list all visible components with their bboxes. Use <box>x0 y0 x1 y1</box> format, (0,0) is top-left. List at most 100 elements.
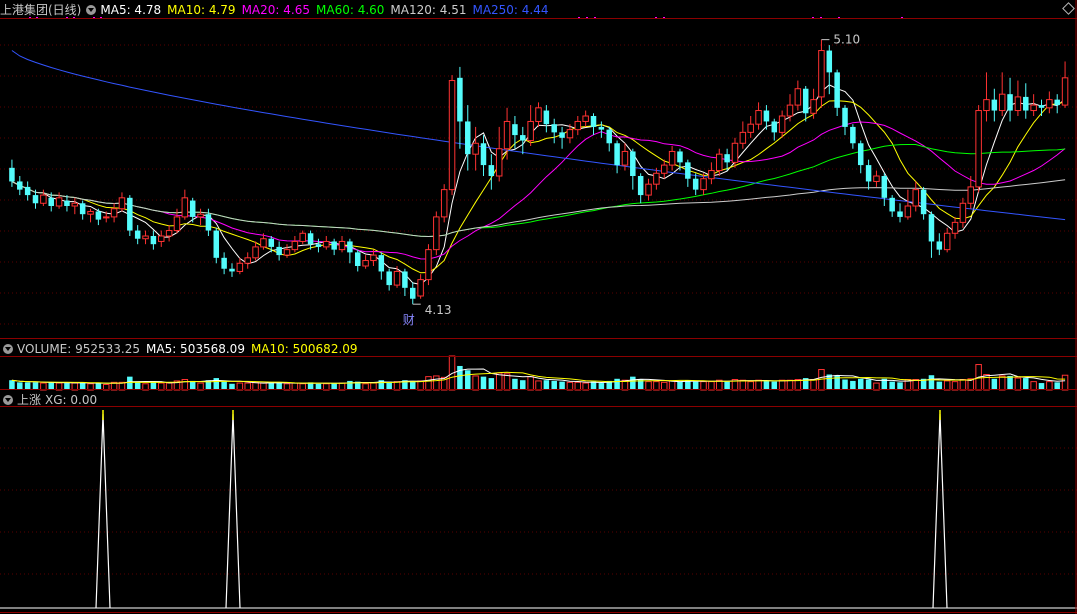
volume-bar-up <box>527 376 534 391</box>
candle-body-down <box>551 124 557 133</box>
candle-body-down <box>598 126 605 130</box>
volume-bar-down <box>48 382 54 390</box>
volume-bar-down <box>276 382 282 390</box>
candle-body-down <box>936 241 943 250</box>
volume-panel-header: VOLUME: 952533.25 MA5: 503568.09 MA10: 500… <box>0 340 364 358</box>
candle-body-down <box>17 181 23 190</box>
candle-body-up <box>118 197 126 210</box>
xg-signal-spike <box>932 413 948 609</box>
candle-body-up <box>1046 99 1053 109</box>
candle-body-down <box>614 143 620 166</box>
volume-bar-up <box>393 381 401 391</box>
candle-body-down <box>991 99 998 111</box>
volume-bar-down <box>692 381 699 390</box>
candle-body-up <box>417 279 424 297</box>
volume-bar-down <box>512 378 518 390</box>
volume-bar-down <box>347 380 353 390</box>
volume-bar-up <box>417 380 424 391</box>
ma250-line <box>11 50 1066 221</box>
candle-body-down <box>488 165 495 176</box>
candle-body-up <box>173 216 181 232</box>
volume-bar-up <box>338 382 346 391</box>
candle-body-up <box>71 202 79 207</box>
volume-bar-down <box>24 382 31 390</box>
volume-bar-up <box>873 382 880 391</box>
candle-body-up <box>110 208 118 218</box>
candle-body-down <box>543 110 550 125</box>
candle-body-up <box>40 194 47 204</box>
volume-bar-up <box>433 375 440 391</box>
candle-body-up <box>786 104 794 117</box>
ma-indicator-3: MA60: 4.60 <box>316 3 385 17</box>
candle-body-down <box>9 167 15 182</box>
volume-bar-down <box>134 382 141 390</box>
volume-bar-up <box>668 380 676 391</box>
candle-body-up <box>700 178 707 191</box>
volume-bar-down <box>598 383 605 390</box>
candle-body-up <box>393 270 401 286</box>
candle-body-up <box>794 88 802 106</box>
price-annotations: 5.10 4.13 财 <box>403 33 860 328</box>
volume-ma5: MA5: 503568.09 <box>146 342 245 356</box>
volume-bar-down <box>64 383 70 390</box>
candle-body-down <box>881 176 888 198</box>
candle-body-down <box>134 230 141 239</box>
candle-body-down <box>763 110 770 122</box>
volume-bar-down <box>1023 378 1029 390</box>
volume-bar-down <box>221 381 227 390</box>
candle-body-down <box>520 135 526 141</box>
candle-body-down <box>897 211 903 217</box>
candle-body-down <box>221 257 227 269</box>
volume-bar-up <box>959 378 967 391</box>
volume-bar-down <box>543 380 550 390</box>
candle-body-up <box>433 216 440 251</box>
volume-bar-up <box>71 382 79 391</box>
volume-bar-up <box>582 382 589 391</box>
volume-bar-up <box>998 375 1006 391</box>
stock-chart-canvas: 5.10 4.13 财 <box>0 0 1077 614</box>
high-price-label: 5.10 <box>833 33 860 47</box>
candle-body-up <box>998 93 1006 112</box>
volume-value: VOLUME: 952533.25 <box>17 342 140 356</box>
volume-bar-up <box>472 375 479 391</box>
volume-bar-up <box>236 382 244 391</box>
candle-body-up <box>362 260 369 267</box>
volume-bar-up <box>747 381 754 391</box>
candle-body-up <box>1014 96 1022 112</box>
candle-body-down <box>315 244 322 247</box>
volume-bar-down <box>1038 383 1045 390</box>
indicator-toggle-icon[interactable] <box>86 4 97 15</box>
candle-body-up <box>527 120 534 142</box>
xg-signal-spike <box>225 413 241 609</box>
candle-body-up <box>574 120 582 131</box>
volume-bar-up <box>503 373 511 391</box>
ma20-line <box>11 121 1066 260</box>
xg-toggle-icon[interactable] <box>3 394 13 405</box>
candle-body-up <box>299 232 306 242</box>
candle-body-up <box>503 120 511 150</box>
candle-body-down <box>842 107 848 127</box>
volume-bar-down <box>677 381 683 390</box>
candle-body-down <box>205 214 212 231</box>
candle-body-down <box>268 238 275 247</box>
candle-body-up <box>338 240 346 251</box>
xg-signal-series <box>0 410 1077 609</box>
volume-bar-up <box>1030 381 1037 391</box>
candle-body-up <box>660 164 668 174</box>
candle-body-down <box>189 200 196 217</box>
candle-body-down <box>1023 96 1029 111</box>
candle-body-down <box>347 241 353 253</box>
volume-bar-down <box>213 378 220 390</box>
volume-bar-down <box>465 370 471 390</box>
candle-body-up <box>165 230 173 237</box>
candle-body-up <box>1030 104 1037 112</box>
volume-bar-down <box>991 378 998 390</box>
candle-body-up <box>566 129 574 139</box>
candle-body-down <box>457 77 463 122</box>
volume-toggle-icon[interactable] <box>3 343 13 354</box>
candle-body-up <box>912 189 919 207</box>
candle-body-up <box>252 246 259 259</box>
moving-average-lines <box>11 50 1066 286</box>
candle-body-up <box>951 221 959 234</box>
candle-body-up <box>708 170 715 180</box>
